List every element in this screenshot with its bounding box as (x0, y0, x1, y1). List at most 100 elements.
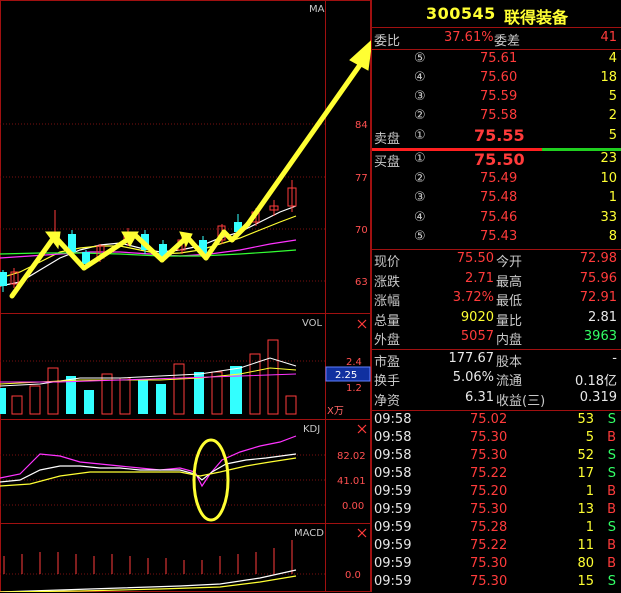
tick-price: 75.30 (470, 502, 508, 517)
kdj-lines (0, 435, 297, 488)
tick-price: 75.22 (470, 538, 508, 553)
tick-time: 09:58 (374, 466, 412, 481)
buy-order-price: 75.50 (474, 150, 525, 169)
vol-panel-label: VOL (302, 318, 323, 329)
tick-volume: 11 (577, 538, 594, 553)
fundamental-value: 5.06% (452, 370, 494, 385)
stat-value: 5057 (460, 329, 494, 344)
tick-volume: 15 (577, 574, 594, 589)
tick-side: S (607, 466, 616, 481)
buy-order-index: ② (414, 171, 426, 186)
buy-order-row[interactable]: ② 75.49 10 (372, 171, 621, 190)
tick-side: S (607, 448, 616, 463)
tick-time: 09:58 (374, 412, 412, 427)
tick-row[interactable]: 09:58 75.22 17 S (372, 466, 621, 485)
sell-order-row[interactable]: ③ 75.59 5 (372, 89, 621, 108)
sell-order-row[interactable]: ④ 75.60 18 (372, 70, 621, 89)
kdj-j-line (0, 435, 297, 488)
tick-row[interactable]: 09:58 75.02 53 S (372, 412, 621, 431)
fundamental-row: 净资 6.31 收益(三) 0.319 (372, 390, 621, 409)
sell-order-row[interactable]: ⑤ 75.61 4 (372, 51, 621, 70)
vol-bar-up (11, 395, 23, 415)
annotation-arrows (9, 40, 371, 299)
fundamental-value: 0.18亿 (575, 374, 617, 389)
tick-row[interactable]: 09:59 75.20 1 B (372, 484, 621, 503)
macd-axis-label: 0.0 (345, 570, 361, 581)
stat-label: 内盘 (496, 333, 523, 348)
tick-row[interactable]: 09:59 75.30 80 B (372, 556, 621, 575)
stat-value: 2.81 (588, 310, 617, 325)
stat-label: 总量 (374, 314, 401, 329)
tick-time: 09:59 (374, 574, 412, 589)
sell-order-volume: 4 (608, 51, 617, 66)
tick-row[interactable]: 09:59 75.30 15 S (372, 574, 621, 593)
fundamental-value: 0.319 (579, 390, 617, 405)
tick-time: 09:59 (374, 484, 412, 499)
tick-row[interactable]: 09:58 75.30 52 S (372, 448, 621, 467)
vol-bar-up (119, 377, 131, 415)
stat-label: 今开 (496, 255, 523, 270)
stat-value: 3963 (583, 329, 617, 344)
candle-down (0, 270, 7, 292)
tick-row[interactable]: 09:59 75.28 1 S (372, 520, 621, 539)
tick-volume: 13 (577, 502, 594, 517)
vol-bar-up (211, 371, 223, 415)
vol-close-icon[interactable] (357, 319, 367, 329)
buy-order-row[interactable]: ⑤ 75.43 8 (372, 229, 621, 248)
tick-row[interactable]: 09:59 75.30 13 B (372, 502, 621, 521)
tick-row[interactable]: 09:58 75.30 5 B (372, 430, 621, 449)
kdj-k-line (0, 453, 297, 483)
buy-order-index: ③ (414, 190, 426, 205)
stat-label: 外盘 (374, 333, 401, 348)
vol-bar-up (267, 339, 279, 415)
order-ratio-row: 委比 37.61% 委差 41 (372, 30, 621, 49)
kdj-d-line (0, 457, 297, 487)
macd-bars (3, 540, 293, 574)
buy-order-row[interactable]: ④ 75.46 33 (372, 210, 621, 229)
buy-order-row[interactable]: ③ 75.48 1 (372, 190, 621, 209)
stat-value: 2.71 (465, 271, 494, 286)
stat-row: 外盘 5057 内盘 3963 (372, 329, 621, 348)
tick-price: 75.28 (470, 520, 508, 535)
stat-label: 最高 (496, 275, 523, 290)
tick-volume: 1 (585, 484, 594, 499)
vol-axis-label: 1.2 (346, 383, 362, 394)
tick-row[interactable]: 09:59 75.22 11 B (372, 538, 621, 557)
kdj-close-icon[interactable] (357, 424, 367, 434)
buy-order-price: 75.46 (480, 210, 518, 225)
tick-price: 75.30 (470, 556, 508, 571)
tick-side: B (607, 502, 616, 517)
fundamental-label: 收益(三) (496, 394, 546, 409)
tick-side: S (607, 412, 616, 427)
stock-code: 300545 (426, 4, 496, 23)
tick-list[interactable]: 09:58 75.02 53 S 09:58 75.30 5 B 09:58 75.30 52 S 09… (372, 412, 621, 592)
buy-order-volume: 10 (600, 171, 617, 186)
buy-order-row[interactable]: 买盘 ① 75.50 23 (372, 150, 621, 170)
buy-order-index: ④ (414, 210, 426, 225)
dotted-gridlines (0, 123, 325, 575)
buy-order-price: 75.49 (480, 171, 518, 186)
stat-label: 现价 (374, 255, 401, 270)
order-diff-value: 41 (600, 30, 617, 45)
sell-order-row[interactable]: ② 75.58 2 (372, 108, 621, 127)
tick-time: 09:58 (374, 430, 412, 445)
kline-chart-area[interactable]: MA VOL KDJ MACD X万 84 77 70 63 2.4 2.25 … (0, 0, 371, 592)
fundamental-value: 177.67 (448, 351, 495, 366)
stat-row: 涨幅 3.72% 最低 72.91 (372, 290, 621, 309)
kdj-axis-label: 0.00 (342, 501, 364, 512)
buy-order-price: 75.48 (480, 190, 518, 205)
tick-price: 75.30 (470, 448, 508, 463)
tick-side: B (607, 538, 616, 553)
sell-order-row[interactable]: 卖盘 ① 75.55 5 (372, 126, 621, 147)
fundamental-label: 流通 (496, 374, 523, 389)
tick-volume: 52 (577, 448, 594, 463)
macd-close-icon[interactable] (357, 528, 367, 538)
tick-volume: 5 (585, 430, 594, 445)
fundamental-row: 换手 5.06% 流通 0.18亿 (372, 370, 621, 389)
sell-order-price: 75.58 (480, 108, 518, 123)
sell-order-price: 75.55 (474, 126, 525, 145)
sell-order-index: ② (414, 108, 426, 123)
tick-volume: 1 (585, 520, 594, 535)
tick-time: 09:59 (374, 502, 412, 517)
vol-axis-highlight: 2.25 (335, 370, 357, 381)
